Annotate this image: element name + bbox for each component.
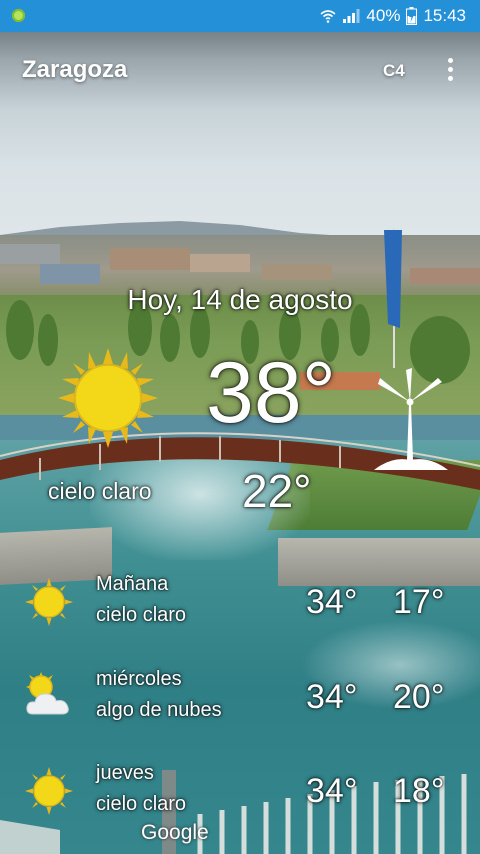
forecast-description: cielo claro xyxy=(96,793,187,815)
forecast-low-temp: 17° xyxy=(393,583,445,621)
more-vert-icon[interactable] xyxy=(440,57,460,83)
battery-percent: 40% xyxy=(366,6,401,25)
forecast-row[interactable]: Mañana cielo claro 34° 17° xyxy=(0,573,480,643)
wifi-icon xyxy=(320,10,336,23)
battery-charging-icon xyxy=(406,7,418,25)
city-title[interactable]: Zaragoza xyxy=(22,56,127,84)
today-description: cielo claro xyxy=(48,478,152,504)
forecast-description: algo de nubes xyxy=(96,699,222,721)
forecast-row[interactable]: jueves cielo claro 34° 18° xyxy=(0,762,480,832)
partly-cloudy-icon xyxy=(26,672,69,715)
forecast-row[interactable]: miércoles algo de nubes 34° 20° xyxy=(0,668,480,738)
today-low-temp: 22° xyxy=(242,465,312,517)
forecast-high-temp: 34° xyxy=(306,678,358,716)
sun-icon xyxy=(25,578,73,626)
unit-toggle-button[interactable]: C4 xyxy=(383,61,405,81)
sun-icon xyxy=(25,767,73,815)
forecast-description: cielo claro xyxy=(96,604,187,626)
forecast-low-temp: 20° xyxy=(393,678,445,716)
forecast-day: miércoles xyxy=(96,668,182,690)
sun-icon xyxy=(58,348,158,448)
forecast-day: jueves xyxy=(96,762,154,784)
today-high-temp: 38° xyxy=(206,345,337,441)
notification-icon xyxy=(12,9,25,22)
status-right: 40% 15:43 xyxy=(320,0,466,32)
forecast-low-temp: 18° xyxy=(393,772,445,810)
status-bar: 40% 15:43 xyxy=(0,0,480,32)
today-date: Hoy, 14 de agosto xyxy=(127,284,353,315)
signal-icon xyxy=(343,9,360,23)
clock: 15:43 xyxy=(423,6,466,25)
google-attribution: Google xyxy=(141,821,209,844)
forecast-day: Mañana xyxy=(96,573,169,595)
forecast-high-temp: 34° xyxy=(306,772,358,810)
wind-turbine-icon xyxy=(374,368,448,470)
forecast-high-temp: 34° xyxy=(306,583,358,621)
